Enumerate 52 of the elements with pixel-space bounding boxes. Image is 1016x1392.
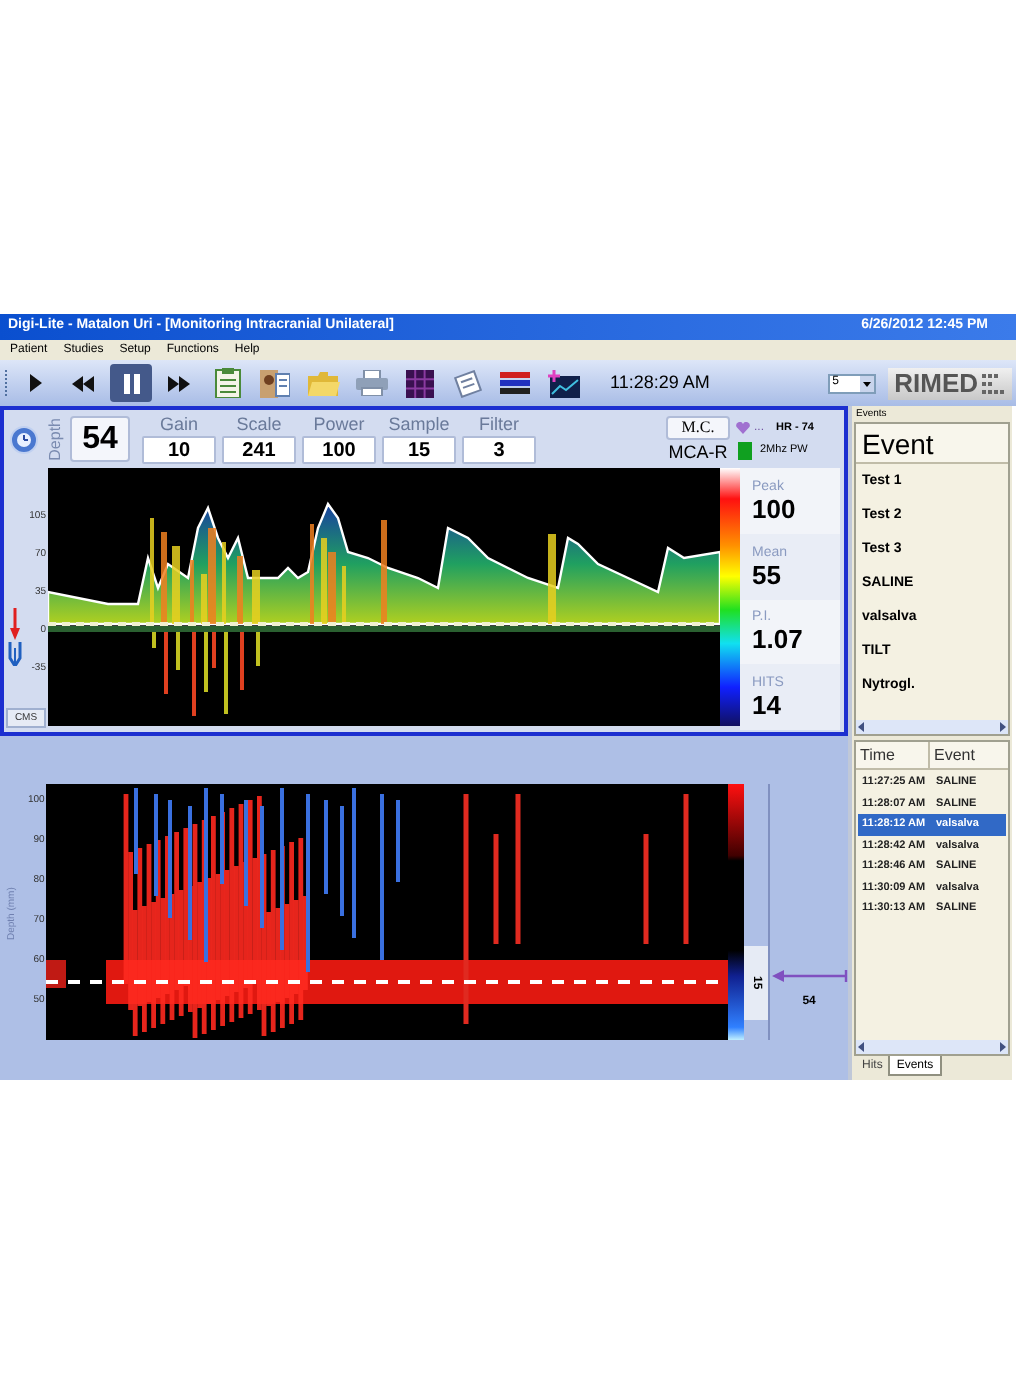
param-value: 241: [222, 436, 296, 464]
depth-arrow-icon: [771, 970, 848, 982]
stripes-icon: [500, 371, 530, 395]
scroll-right-icon[interactable]: [998, 722, 1006, 732]
fast-forward-icon: [168, 375, 190, 391]
param-value: 15: [382, 436, 456, 464]
stat-value: 14: [752, 692, 783, 721]
scroll-right-icon[interactable]: [998, 1042, 1006, 1052]
arrow-down-icon: [9, 608, 19, 640]
param-label: Power: [313, 414, 365, 436]
scrollbar[interactable]: [856, 720, 1008, 734]
vessel-label: MCA-R: [668, 439, 728, 463]
note-icon: [453, 369, 481, 397]
column-header[interactable]: Event: [930, 742, 1008, 768]
depth-label: Depth: [48, 417, 64, 461]
grid-icon: [405, 369, 433, 397]
param-value: 100: [302, 436, 376, 464]
param-label: Scale: [236, 414, 282, 436]
scroll-left-icon[interactable]: [858, 722, 866, 732]
dropdown-arrow-icon: [860, 375, 875, 391]
folder-icon: [307, 371, 339, 395]
printer-icon: [355, 370, 387, 396]
scroll-left-icon[interactable]: [858, 1042, 866, 1052]
param-label: Gain: [159, 414, 198, 436]
stat-value: 55: [752, 561, 783, 590]
param-label: Filter: [479, 414, 519, 436]
toolbar-button[interactable]: [254, 364, 296, 402]
person-document-icon: [260, 369, 290, 397]
logo-text: RIMED: [894, 370, 978, 396]
status-square-icon: [738, 441, 752, 459]
depth-value: 54: [70, 416, 130, 462]
param-value: 10: [142, 436, 216, 464]
mc-button[interactable]: M.C.: [666, 415, 730, 439]
probe-icon: [7, 642, 21, 666]
stat-value: 1.07: [752, 626, 805, 655]
list-title: Event: [856, 424, 1008, 464]
pause-icon: [123, 373, 139, 393]
scrollbar[interactable]: [856, 1040, 1008, 1054]
dot-grid-icon: [982, 373, 1006, 393]
rewind-icon: [72, 375, 94, 391]
heart-icon: [736, 422, 750, 434]
play-icon: [29, 374, 41, 392]
param-label: Sample: [388, 414, 450, 436]
toolbar-button[interactable]: [110, 364, 152, 402]
stat-value: 100: [752, 495, 798, 524]
clock-icon: [10, 425, 38, 453]
current-time: 11:28:29 AM: [610, 369, 710, 396]
chart-plus-icon: [547, 369, 579, 397]
param-value: 3: [462, 436, 536, 464]
column-header[interactable]: Time: [856, 742, 930, 768]
toolbar-button[interactable]: [542, 364, 584, 402]
clipboard-icon: [213, 368, 241, 398]
